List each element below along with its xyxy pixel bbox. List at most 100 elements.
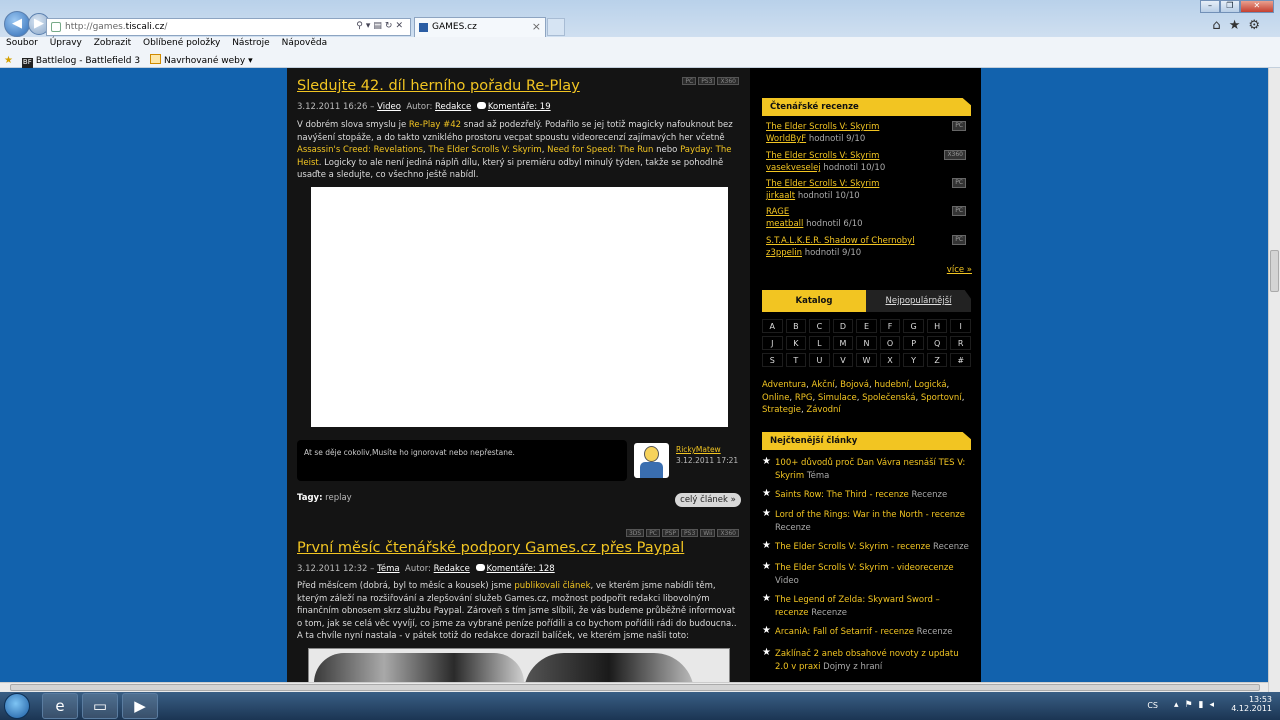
letter-link[interactable]: X	[879, 353, 901, 367]
ie-taskbar-button[interactable]: e	[42, 693, 78, 719]
link-ac[interactable]: Assassin's Creed: Revelations	[297, 145, 423, 155]
stop-icon[interactable]: ✕	[395, 21, 406, 31]
article-category[interactable]: Video	[377, 102, 401, 112]
tray-icons[interactable]: ▴⚑▮◂	[1174, 700, 1220, 710]
genre-link[interactable]: Logická	[914, 380, 946, 390]
letter-link[interactable]: F	[879, 319, 901, 333]
letter-link[interactable]: G	[903, 319, 924, 333]
menu-upravy[interactable]: Úpravy	[50, 38, 82, 48]
genre-link[interactable]: Adventura	[762, 380, 806, 390]
letter-link[interactable]: J	[762, 336, 783, 350]
favorites-star-icon[interactable]: ★	[4, 55, 13, 66]
menu-soubor[interactable]: Soubor	[6, 38, 38, 48]
tab-popular[interactable]: Nejpopulárnější	[866, 290, 971, 312]
address-controls[interactable]: ⚲▾▤↻✕	[356, 21, 406, 31]
letter-link[interactable]: E	[856, 319, 877, 333]
letter-link[interactable]: C	[809, 319, 830, 333]
letter-link[interactable]: P	[903, 336, 924, 350]
top-article-link[interactable]: The Legend of Zelda: Skyward Sword – rec…	[775, 595, 940, 618]
letter-link[interactable]: Q	[926, 336, 948, 350]
gear-icon[interactable]: ⚙	[1248, 18, 1268, 33]
letter-link[interactable]: N	[856, 336, 877, 350]
letter-link[interactable]: Y	[903, 353, 924, 367]
back-button[interactable]: ◀	[4, 11, 30, 37]
menu-oblibene[interactable]: Oblíbené položky	[143, 38, 220, 48]
comment-user[interactable]: RickyMatew	[676, 445, 721, 454]
language-indicator[interactable]: CS	[1147, 701, 1158, 710]
top-article-link[interactable]: ArcaniA: Fall of Setarrif - recenze	[775, 627, 914, 637]
clock-date[interactable]: 4.12.2011	[1231, 704, 1272, 713]
article-author[interactable]: Redakce	[434, 564, 470, 574]
address-bar[interactable]: http://games.tiscali.cz/ ⚲▾▤↻✕	[46, 18, 411, 36]
article-category[interactable]: Téma	[377, 564, 399, 574]
letter-link[interactable]: B	[785, 319, 807, 333]
scroll-thumb[interactable]	[10, 684, 1260, 691]
start-button[interactable]	[4, 693, 30, 719]
letter-link[interactable]: W	[856, 353, 877, 367]
review-user[interactable]: meatball	[766, 219, 803, 229]
read-more-button[interactable]: celý článek »	[675, 493, 741, 507]
genre-link[interactable]: Bojová	[840, 380, 869, 390]
review-user[interactable]: vasekveselej	[766, 163, 821, 173]
explorer-taskbar-button[interactable]: ▭	[82, 693, 118, 719]
letter-link[interactable]: A	[762, 319, 783, 333]
horizontal-scrollbar[interactable]	[0, 682, 1268, 692]
letter-link[interactable]: I	[950, 319, 971, 333]
genre-link[interactable]: Závodní	[806, 405, 840, 415]
vertical-scrollbar[interactable]	[1268, 68, 1280, 692]
home-icon[interactable]: ⌂	[1212, 18, 1228, 33]
top-article-link[interactable]: The Elder Scrolls V: Skyrim - videorecen…	[775, 563, 954, 573]
search-icon[interactable]: ⚲	[356, 21, 366, 31]
article-title[interactable]: Sledujte 42. díl herního pořadu Re-Play	[297, 78, 580, 94]
article-image[interactable]	[308, 648, 730, 682]
genre-link[interactable]: hudební	[874, 380, 909, 390]
review-game[interactable]: The Elder Scrolls V: Skyrim	[766, 179, 879, 189]
tab-catalog[interactable]: Katalog	[762, 290, 866, 312]
review-game[interactable]: The Elder Scrolls V: Skyrim	[766, 151, 879, 161]
review-user[interactable]: jirkaalt	[766, 191, 795, 201]
fav-battlelog[interactable]: Battlelog - Battlefield 3	[36, 56, 140, 66]
avatar[interactable]	[634, 443, 669, 478]
letter-link[interactable]: V	[832, 353, 854, 367]
letter-link[interactable]: D	[832, 319, 854, 333]
menu-napoveda[interactable]: Nápověda	[282, 38, 328, 48]
review-game[interactable]: The Elder Scrolls V: Skyrim	[766, 122, 879, 132]
genre-link[interactable]: RPG	[795, 393, 813, 403]
top-article-link[interactable]: Lord of the Rings: War in the North - re…	[775, 510, 965, 520]
letter-link[interactable]: U	[809, 353, 830, 367]
link-replay[interactable]: Re-Play #42	[409, 120, 461, 130]
minimize-button[interactable]: –	[1200, 0, 1220, 13]
link-skyrim[interactable]: The Elder Scrolls V: Skyrim	[428, 145, 541, 155]
media-player-taskbar-button[interactable]: ▶	[122, 693, 158, 719]
letter-link[interactable]: T	[785, 353, 807, 367]
genre-link[interactable]: Strategie	[762, 405, 801, 415]
compat-icon[interactable]: ▤	[373, 21, 385, 31]
browser-tab[interactable]: GAMES.cz ×	[414, 17, 546, 37]
letter-link[interactable]: R	[950, 336, 971, 350]
favorites-star-icon[interactable]: ★	[1229, 18, 1249, 33]
menu-zobrazit[interactable]: Zobrazit	[94, 38, 131, 48]
menu-nastroje[interactable]: Nástroje	[232, 38, 270, 48]
letter-link[interactable]: M	[832, 336, 854, 350]
letter-link[interactable]: S	[762, 353, 783, 367]
article-title[interactable]: První měsíc čtenářské podpory Games.cz p…	[297, 540, 684, 556]
new-tab-button[interactable]	[547, 18, 565, 36]
refresh-icon[interactable]: ↻	[385, 21, 396, 31]
article-author[interactable]: Redakce	[435, 102, 471, 112]
more-reviews-link[interactable]: více »	[947, 265, 972, 275]
link-nfs[interactable]: Need for Speed: The Run	[547, 145, 653, 155]
article-comments[interactable]: Komentáře: 128	[487, 564, 555, 574]
genre-link[interactable]: Akční	[812, 380, 835, 390]
clock-time[interactable]: 13:53	[1231, 695, 1272, 704]
fav-suggested[interactable]: Navrhované weby	[164, 56, 245, 66]
article-comments[interactable]: Komentáře: 19	[488, 102, 551, 112]
letter-link[interactable]: Z	[926, 353, 948, 367]
letter-link[interactable]: #	[950, 353, 971, 367]
review-user[interactable]: z3ppelin	[766, 248, 802, 258]
review-game[interactable]: S.T.A.L.K.E.R. Shadow of Chernobyl	[766, 236, 915, 246]
letter-link[interactable]: K	[785, 336, 807, 350]
genre-link[interactable]: Online	[762, 393, 789, 403]
letter-link[interactable]: H	[926, 319, 948, 333]
video-player[interactable]	[311, 187, 728, 427]
close-window-button[interactable]: ✕	[1239, 0, 1274, 13]
